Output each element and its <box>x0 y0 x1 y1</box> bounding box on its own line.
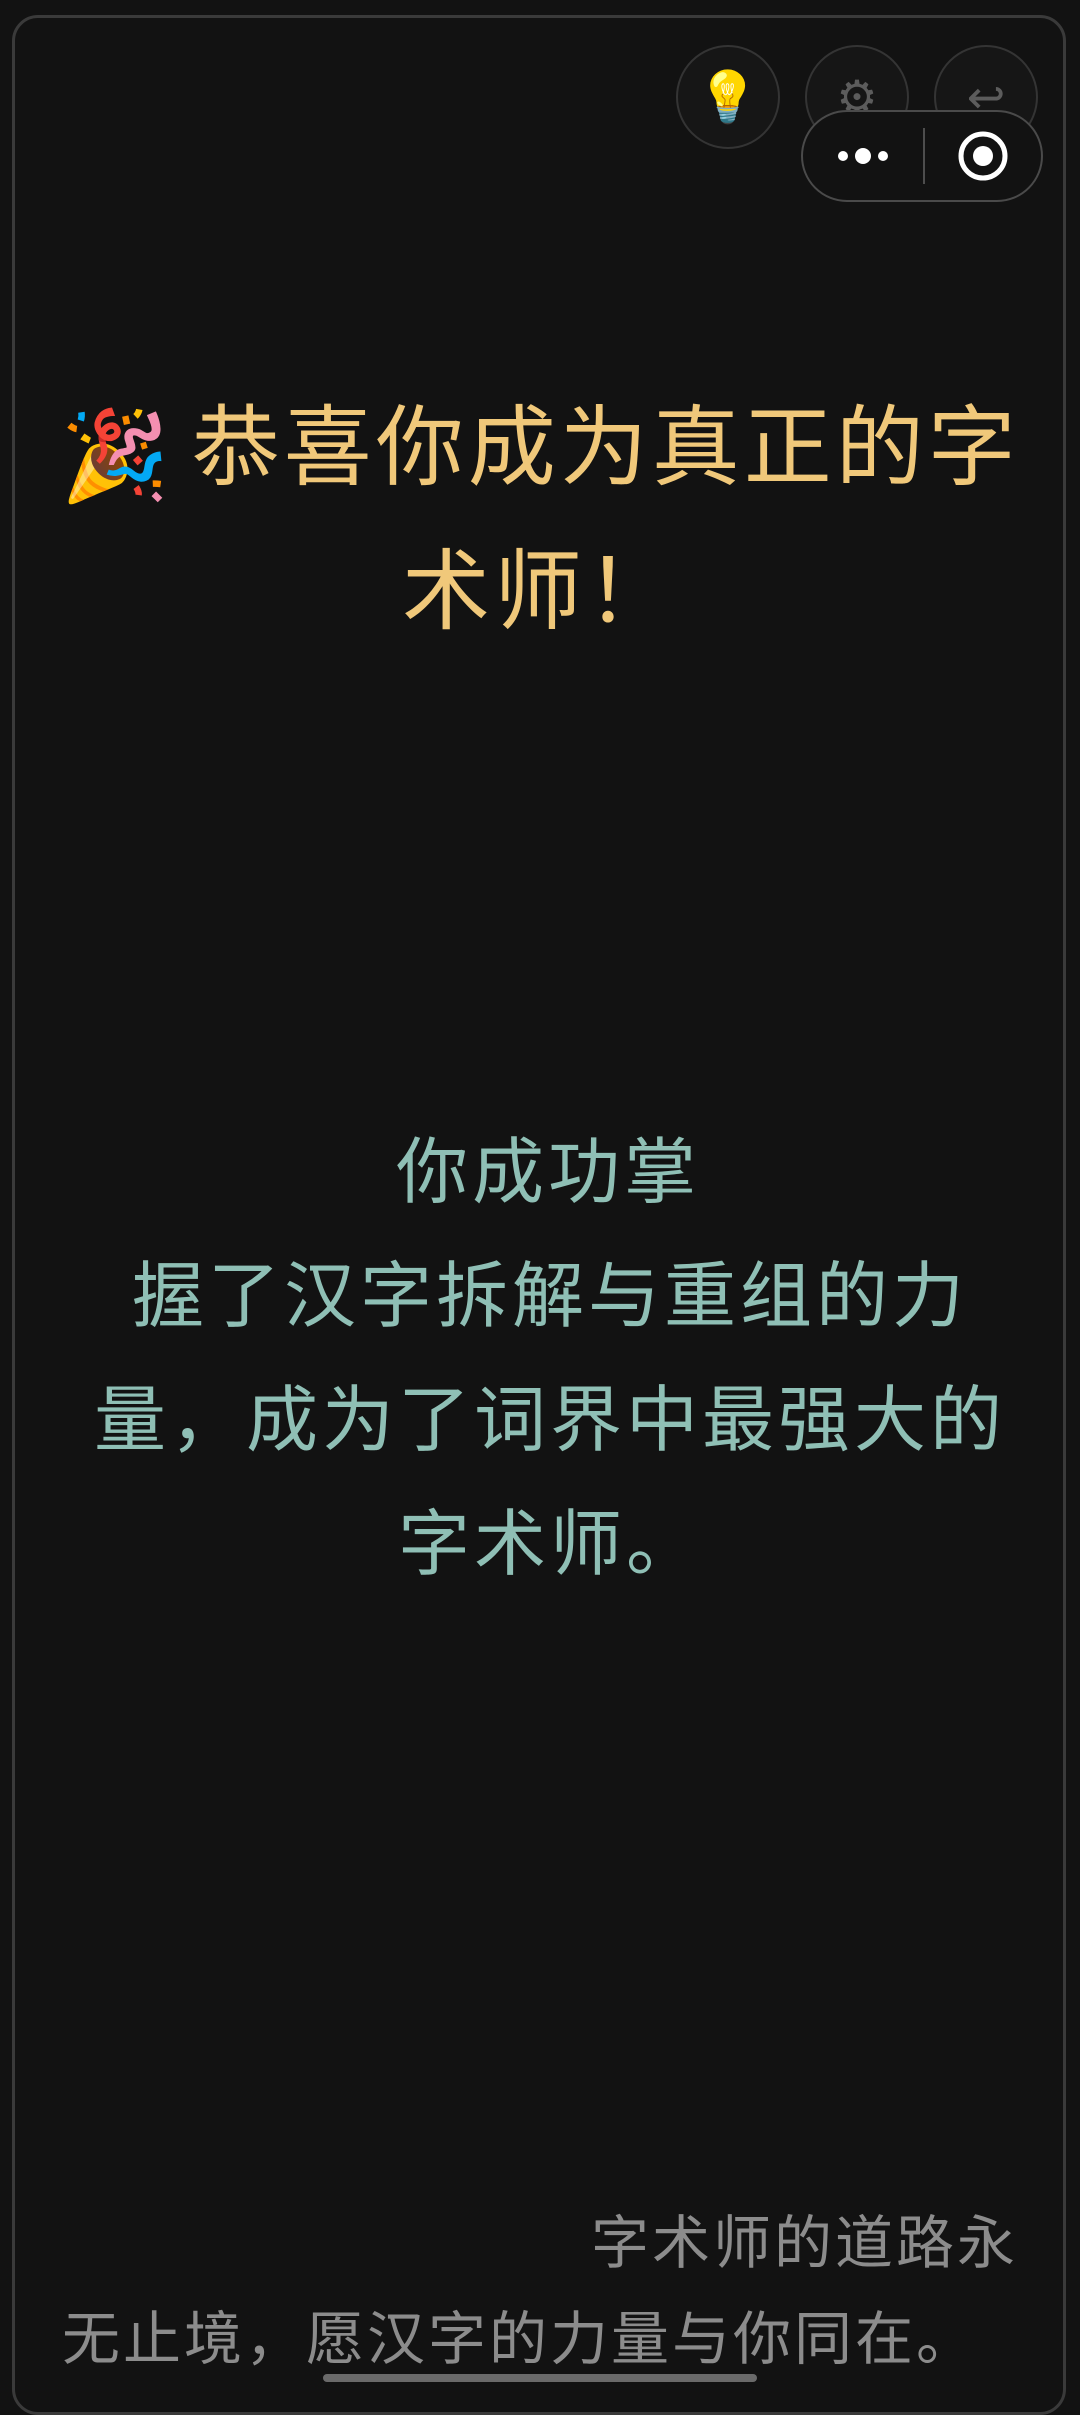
message-lead: 你成功掌 <box>395 1130 700 1214</box>
footer-rest: 无止境，愿汉字的力量与你同在。 <box>62 2305 978 2373</box>
more-dots-icon <box>838 148 888 164</box>
close-button[interactable] <box>925 112 1041 200</box>
more-button[interactable] <box>803 112 923 200</box>
target-circle-icon <box>958 131 1008 181</box>
hint-button[interactable]: 💡 <box>676 45 780 149</box>
footer-lead: 字术师的道路永 <box>590 2209 1018 2277</box>
completion-message: 你成功掌 握了汉字拆解与重组的力量，成为了词界中最强大的字术师。 <box>80 1110 1020 1606</box>
footer-message: 字术师的道路永 无止境，愿汉字的力量与你同在。 <box>62 2195 1018 2387</box>
home-indicator[interactable] <box>323 2374 757 2382</box>
party-popper-icon: 🎉 <box>60 404 174 507</box>
mini-program-capsule <box>801 110 1043 202</box>
lightbulb-icon: 💡 <box>696 68 760 126</box>
title-text: 恭喜你成为真正的字术师！ <box>191 396 1020 643</box>
page-title: 🎉 恭喜你成为真正的字术师！ <box>60 380 1020 660</box>
message-rest: 握了汉字拆解与重组的力量，成为了词界中最强大的字术师。 <box>93 1254 1006 1586</box>
